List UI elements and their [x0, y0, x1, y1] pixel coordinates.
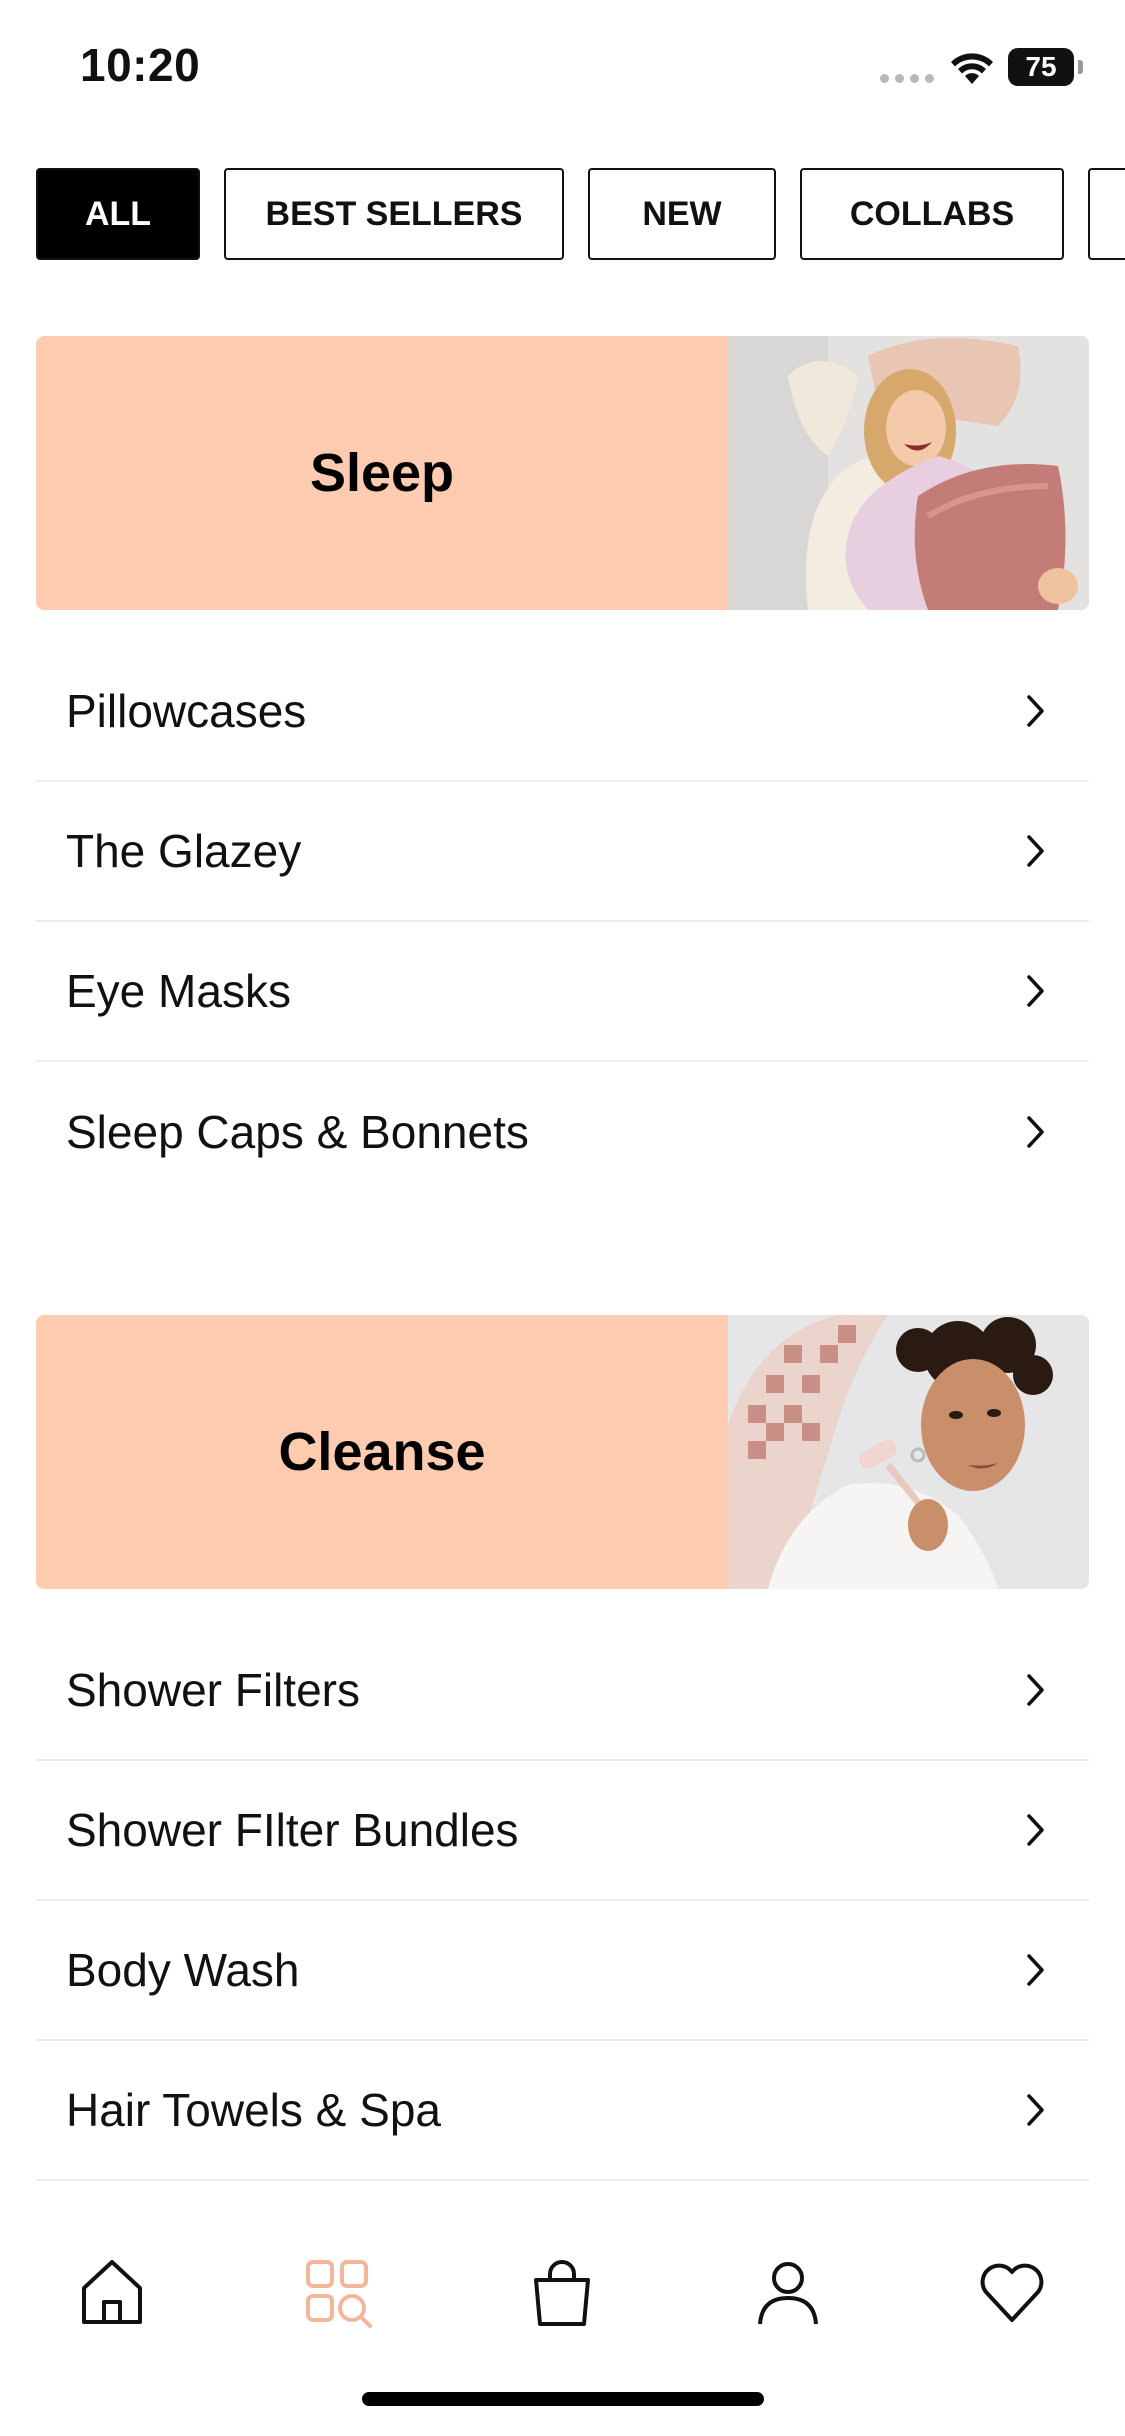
- banner-title: Sleep: [309, 443, 455, 503]
- home-icon[interactable]: [72, 2252, 152, 2332]
- chevron-right-icon: [1027, 835, 1044, 867]
- tab-next-partial[interactable]: [1088, 168, 1125, 260]
- list-item-label: Body Wash: [66, 1944, 300, 1996]
- sleep-category-list: Pillowcases The Glazey Eye Masks Sleep C…: [36, 642, 1089, 1202]
- list-item[interactable]: The Glazey: [36, 782, 1089, 922]
- list-item[interactable]: Eye Masks: [36, 922, 1089, 1062]
- list-item[interactable]: Body Wash: [36, 1901, 1089, 2041]
- list-item-label: Hair Towels & Spa: [66, 2084, 441, 2136]
- status-bar: 10:20 75: [0, 0, 1125, 140]
- shop-categories-icon[interactable]: [298, 2252, 378, 2332]
- tab-collabs[interactable]: COLLABS: [800, 168, 1064, 260]
- woman-with-face-roller-photo: [728, 1315, 1089, 1589]
- chevron-right-icon: [1027, 1814, 1044, 1846]
- chevron-right-icon: [1027, 2094, 1044, 2126]
- chevron-right-icon: [1027, 975, 1044, 1007]
- list-item-label: The Glazey: [66, 825, 302, 877]
- chevron-right-icon: [1027, 1674, 1044, 1706]
- wishlist-heart-icon[interactable]: [972, 2252, 1052, 2332]
- list-item[interactable]: Shower Filters: [36, 1621, 1089, 1761]
- tab-new[interactable]: NEW: [588, 168, 776, 260]
- chevron-right-icon: [1027, 1116, 1044, 1148]
- cellular-signal-icon: [880, 74, 934, 83]
- list-item[interactable]: Shower FIlter Bundles: [36, 1761, 1089, 1901]
- list-item[interactable]: Pillowcases: [36, 642, 1089, 782]
- account-icon[interactable]: [748, 2252, 828, 2332]
- list-item-label: Eye Masks: [66, 965, 291, 1017]
- battery-cap: [1078, 60, 1083, 74]
- app-screen: 10:20 75 ALL BEST SELLERS NEW COLLABS Sl…: [0, 0, 1125, 2436]
- battery-icon: 75: [1008, 48, 1074, 86]
- bag-icon[interactable]: [522, 2252, 602, 2332]
- woman-with-silk-pillows-photo: [728, 336, 1089, 610]
- chevron-right-icon: [1027, 695, 1044, 727]
- filter-tabs: ALL BEST SELLERS NEW COLLABS: [36, 168, 1125, 264]
- wifi-icon: [951, 53, 993, 84]
- list-item-label: Pillowcases: [66, 685, 307, 737]
- list-item[interactable]: Sleep Caps & Bonnets: [36, 1062, 1089, 1202]
- list-item[interactable]: Hair Towels & Spa: [36, 2041, 1089, 2181]
- cleanse-category-list: Shower Filters Shower FIlter Bundles Bod…: [36, 1621, 1089, 2181]
- banner-title: Cleanse: [278, 1422, 486, 1482]
- list-item-label: Shower FIlter Bundles: [66, 1804, 519, 1856]
- category-banner-sleep[interactable]: Sleep: [36, 336, 1089, 610]
- status-time: 10:20: [80, 39, 201, 91]
- tab-all[interactable]: ALL: [36, 168, 200, 260]
- tab-best-sellers[interactable]: BEST SELLERS: [224, 168, 564, 260]
- list-item-label: Sleep Caps & Bonnets: [66, 1106, 529, 1158]
- home-indicator: [362, 2392, 764, 2406]
- list-item-label: Shower Filters: [66, 1664, 360, 1716]
- chevron-right-icon: [1027, 1954, 1044, 1986]
- category-banner-cleanse[interactable]: Cleanse: [36, 1315, 1089, 1589]
